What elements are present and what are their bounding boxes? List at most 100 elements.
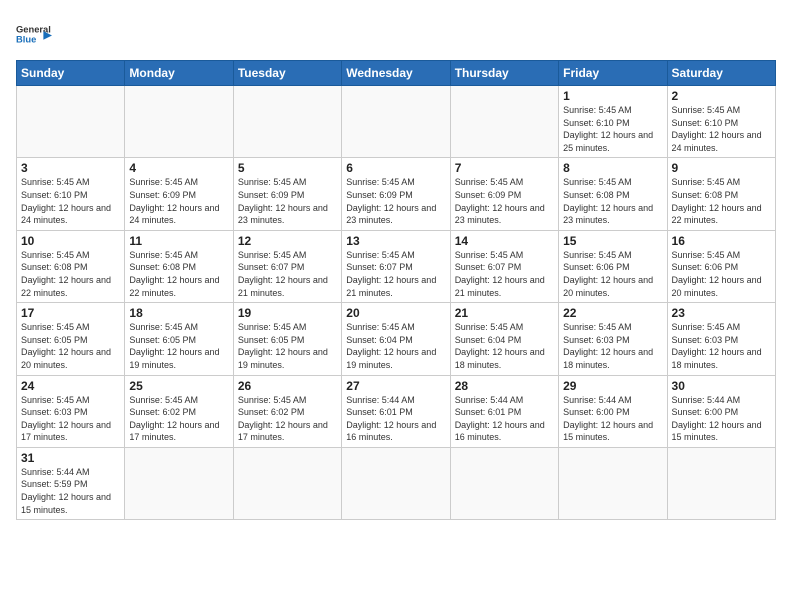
calendar-cell bbox=[342, 447, 450, 519]
day-number: 13 bbox=[346, 234, 445, 248]
day-number: 20 bbox=[346, 306, 445, 320]
day-info: Sunrise: 5:45 AM Sunset: 6:08 PM Dayligh… bbox=[563, 176, 662, 226]
day-number: 11 bbox=[129, 234, 228, 248]
day-info: Sunrise: 5:45 AM Sunset: 6:08 PM Dayligh… bbox=[21, 249, 120, 299]
day-number: 4 bbox=[129, 161, 228, 175]
day-info: Sunrise: 5:45 AM Sunset: 6:09 PM Dayligh… bbox=[129, 176, 228, 226]
calendar-cell: 9Sunrise: 5:45 AM Sunset: 6:08 PM Daylig… bbox=[667, 158, 775, 230]
week-row-4: 17Sunrise: 5:45 AM Sunset: 6:05 PM Dayli… bbox=[17, 303, 776, 375]
calendar-cell bbox=[125, 86, 233, 158]
calendar-cell: 25Sunrise: 5:45 AM Sunset: 6:02 PM Dayli… bbox=[125, 375, 233, 447]
day-number: 17 bbox=[21, 306, 120, 320]
day-info: Sunrise: 5:45 AM Sunset: 6:07 PM Dayligh… bbox=[346, 249, 445, 299]
calendar-cell bbox=[667, 447, 775, 519]
calendar-cell: 18Sunrise: 5:45 AM Sunset: 6:05 PM Dayli… bbox=[125, 303, 233, 375]
calendar-cell: 15Sunrise: 5:45 AM Sunset: 6:06 PM Dayli… bbox=[559, 230, 667, 302]
day-header-friday: Friday bbox=[559, 61, 667, 86]
day-number: 5 bbox=[238, 161, 337, 175]
calendar-cell bbox=[342, 86, 450, 158]
generalblue-logo-icon: General Blue bbox=[16, 16, 52, 52]
day-number: 15 bbox=[563, 234, 662, 248]
day-info: Sunrise: 5:45 AM Sunset: 6:06 PM Dayligh… bbox=[672, 249, 771, 299]
day-info: Sunrise: 5:45 AM Sunset: 6:02 PM Dayligh… bbox=[129, 394, 228, 444]
day-info: Sunrise: 5:45 AM Sunset: 6:03 PM Dayligh… bbox=[563, 321, 662, 371]
calendar-cell: 2Sunrise: 5:45 AM Sunset: 6:10 PM Daylig… bbox=[667, 86, 775, 158]
calendar-cell: 28Sunrise: 5:44 AM Sunset: 6:01 PM Dayli… bbox=[450, 375, 558, 447]
day-info: Sunrise: 5:45 AM Sunset: 6:08 PM Dayligh… bbox=[672, 176, 771, 226]
calendar-cell: 20Sunrise: 5:45 AM Sunset: 6:04 PM Dayli… bbox=[342, 303, 450, 375]
day-number: 29 bbox=[563, 379, 662, 393]
header: General Blue bbox=[16, 16, 776, 52]
calendar-cell: 21Sunrise: 5:45 AM Sunset: 6:04 PM Dayli… bbox=[450, 303, 558, 375]
day-number: 25 bbox=[129, 379, 228, 393]
day-info: Sunrise: 5:45 AM Sunset: 6:05 PM Dayligh… bbox=[21, 321, 120, 371]
day-number: 7 bbox=[455, 161, 554, 175]
day-info: Sunrise: 5:45 AM Sunset: 6:07 PM Dayligh… bbox=[238, 249, 337, 299]
calendar-table: SundayMondayTuesdayWednesdayThursdayFrid… bbox=[16, 60, 776, 520]
calendar-cell: 12Sunrise: 5:45 AM Sunset: 6:07 PM Dayli… bbox=[233, 230, 341, 302]
day-number: 26 bbox=[238, 379, 337, 393]
day-info: Sunrise: 5:44 AM Sunset: 6:00 PM Dayligh… bbox=[563, 394, 662, 444]
day-number: 14 bbox=[455, 234, 554, 248]
week-row-3: 10Sunrise: 5:45 AM Sunset: 6:08 PM Dayli… bbox=[17, 230, 776, 302]
calendar-cell: 26Sunrise: 5:45 AM Sunset: 6:02 PM Dayli… bbox=[233, 375, 341, 447]
logo: General Blue bbox=[16, 16, 52, 52]
day-header-monday: Monday bbox=[125, 61, 233, 86]
day-number: 10 bbox=[21, 234, 120, 248]
calendar-cell: 19Sunrise: 5:45 AM Sunset: 6:05 PM Dayli… bbox=[233, 303, 341, 375]
week-row-5: 24Sunrise: 5:45 AM Sunset: 6:03 PM Dayli… bbox=[17, 375, 776, 447]
day-info: Sunrise: 5:44 AM Sunset: 5:59 PM Dayligh… bbox=[21, 466, 120, 516]
calendar-cell: 3Sunrise: 5:45 AM Sunset: 6:10 PM Daylig… bbox=[17, 158, 125, 230]
day-number: 18 bbox=[129, 306, 228, 320]
day-number: 23 bbox=[672, 306, 771, 320]
day-info: Sunrise: 5:45 AM Sunset: 6:06 PM Dayligh… bbox=[563, 249, 662, 299]
day-number: 27 bbox=[346, 379, 445, 393]
day-info: Sunrise: 5:45 AM Sunset: 6:09 PM Dayligh… bbox=[238, 176, 337, 226]
day-info: Sunrise: 5:45 AM Sunset: 6:05 PM Dayligh… bbox=[238, 321, 337, 371]
calendar-cell: 24Sunrise: 5:45 AM Sunset: 6:03 PM Dayli… bbox=[17, 375, 125, 447]
calendar-cell: 10Sunrise: 5:45 AM Sunset: 6:08 PM Dayli… bbox=[17, 230, 125, 302]
day-info: Sunrise: 5:45 AM Sunset: 6:04 PM Dayligh… bbox=[346, 321, 445, 371]
calendar-cell: 29Sunrise: 5:44 AM Sunset: 6:00 PM Dayli… bbox=[559, 375, 667, 447]
day-number: 12 bbox=[238, 234, 337, 248]
calendar-cell: 30Sunrise: 5:44 AM Sunset: 6:00 PM Dayli… bbox=[667, 375, 775, 447]
day-number: 16 bbox=[672, 234, 771, 248]
day-info: Sunrise: 5:45 AM Sunset: 6:03 PM Dayligh… bbox=[21, 394, 120, 444]
day-header-thursday: Thursday bbox=[450, 61, 558, 86]
day-header-sunday: Sunday bbox=[17, 61, 125, 86]
day-number: 22 bbox=[563, 306, 662, 320]
day-number: 6 bbox=[346, 161, 445, 175]
calendar-cell: 31Sunrise: 5:44 AM Sunset: 5:59 PM Dayli… bbox=[17, 447, 125, 519]
svg-text:Blue: Blue bbox=[16, 35, 36, 45]
day-number: 8 bbox=[563, 161, 662, 175]
day-number: 21 bbox=[455, 306, 554, 320]
day-number: 28 bbox=[455, 379, 554, 393]
day-number: 30 bbox=[672, 379, 771, 393]
calendar-cell: 16Sunrise: 5:45 AM Sunset: 6:06 PM Dayli… bbox=[667, 230, 775, 302]
calendar-cell: 11Sunrise: 5:45 AM Sunset: 6:08 PM Dayli… bbox=[125, 230, 233, 302]
calendar-cell: 22Sunrise: 5:45 AM Sunset: 6:03 PM Dayli… bbox=[559, 303, 667, 375]
calendar-cell bbox=[125, 447, 233, 519]
day-info: Sunrise: 5:45 AM Sunset: 6:10 PM Dayligh… bbox=[672, 104, 771, 154]
week-row-2: 3Sunrise: 5:45 AM Sunset: 6:10 PM Daylig… bbox=[17, 158, 776, 230]
calendar-cell: 8Sunrise: 5:45 AM Sunset: 6:08 PM Daylig… bbox=[559, 158, 667, 230]
day-number: 1 bbox=[563, 89, 662, 103]
day-info: Sunrise: 5:45 AM Sunset: 6:10 PM Dayligh… bbox=[21, 176, 120, 226]
calendar-cell bbox=[233, 447, 341, 519]
day-info: Sunrise: 5:44 AM Sunset: 6:01 PM Dayligh… bbox=[346, 394, 445, 444]
day-header-wednesday: Wednesday bbox=[342, 61, 450, 86]
calendar-cell: 4Sunrise: 5:45 AM Sunset: 6:09 PM Daylig… bbox=[125, 158, 233, 230]
day-info: Sunrise: 5:45 AM Sunset: 6:02 PM Dayligh… bbox=[238, 394, 337, 444]
calendar-cell: 27Sunrise: 5:44 AM Sunset: 6:01 PM Dayli… bbox=[342, 375, 450, 447]
calendar-cell: 13Sunrise: 5:45 AM Sunset: 6:07 PM Dayli… bbox=[342, 230, 450, 302]
day-info: Sunrise: 5:45 AM Sunset: 6:05 PM Dayligh… bbox=[129, 321, 228, 371]
calendar-cell: 23Sunrise: 5:45 AM Sunset: 6:03 PM Dayli… bbox=[667, 303, 775, 375]
day-info: Sunrise: 5:45 AM Sunset: 6:04 PM Dayligh… bbox=[455, 321, 554, 371]
day-number: 19 bbox=[238, 306, 337, 320]
day-number: 3 bbox=[21, 161, 120, 175]
day-info: Sunrise: 5:45 AM Sunset: 6:07 PM Dayligh… bbox=[455, 249, 554, 299]
day-number: 24 bbox=[21, 379, 120, 393]
day-headers-row: SundayMondayTuesdayWednesdayThursdayFrid… bbox=[17, 61, 776, 86]
day-info: Sunrise: 5:45 AM Sunset: 6:09 PM Dayligh… bbox=[346, 176, 445, 226]
calendar-cell: 14Sunrise: 5:45 AM Sunset: 6:07 PM Dayli… bbox=[450, 230, 558, 302]
